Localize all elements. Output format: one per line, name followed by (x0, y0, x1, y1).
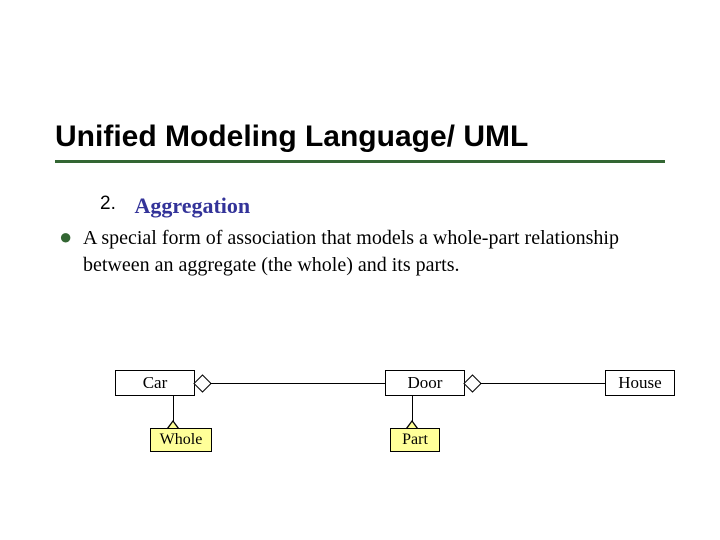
callout-whole: Whole (150, 428, 212, 452)
callout-part: Part (390, 428, 440, 452)
association-line (480, 383, 605, 384)
page-title: Unified Modeling Language/ UML (55, 120, 665, 154)
class-box-house: House (605, 370, 675, 396)
association-line (210, 383, 385, 384)
list-number: 2. (100, 193, 130, 215)
aggregation-diamond-icon (463, 374, 481, 392)
class-box-car: Car (115, 370, 195, 396)
description-text: A special form of association that model… (83, 225, 628, 279)
slide: Unified Modeling Language/ UML 2. Aggreg… (0, 0, 720, 540)
bullet-icon: ● (55, 225, 83, 249)
bullet-row: ● A special form of association that mod… (55, 225, 665, 279)
class-box-door: Door (385, 370, 465, 396)
aggregation-diamond-icon (193, 374, 211, 392)
section-heading: Aggregation (134, 193, 250, 218)
uml-diagram: Car Door House Whole Part (55, 360, 665, 500)
definition-line: 2. Aggregation (100, 193, 665, 219)
title-rule (55, 160, 665, 163)
